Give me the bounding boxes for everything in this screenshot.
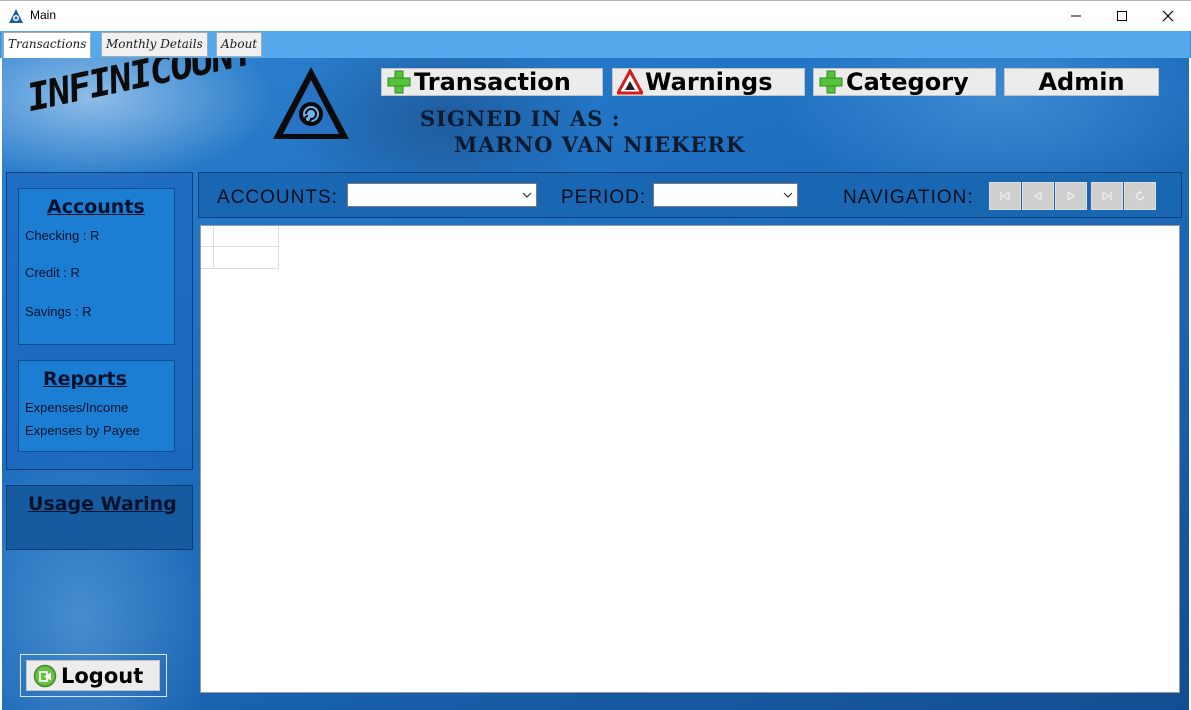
grid-header-cell: [214, 226, 279, 247]
first-record-button[interactable]: [989, 182, 1021, 210]
plus-icon: [819, 70, 843, 94]
close-icon: [1162, 10, 1174, 22]
reports-heading[interactable]: Reports: [43, 368, 127, 390]
report-expenses-by-payee[interactable]: Expenses by Payee: [25, 423, 140, 438]
logout-label: Logout: [61, 663, 144, 688]
chevron-down-icon: [522, 192, 532, 198]
accounts-box: Accounts Checking : R Credit : R Savings…: [18, 188, 175, 345]
signed-in-user-name: MARNO VAN NIEKERK: [454, 132, 746, 157]
previous-record-icon: [1033, 190, 1042, 202]
transactions-grid[interactable]: [200, 225, 1180, 693]
triangle-logo-icon: [273, 67, 349, 139]
account-credit: Credit : R: [25, 265, 80, 280]
close-button[interactable]: [1145, 1, 1191, 31]
tab-monthly-details[interactable]: Monthly Details: [101, 32, 208, 57]
admin-label: Admin: [1038, 68, 1125, 96]
tab-about[interactable]: About: [216, 32, 263, 57]
account-savings: Savings : R: [25, 304, 92, 319]
add-transaction-label: Transaction: [414, 68, 571, 96]
minimize-button[interactable]: [1053, 1, 1099, 31]
refresh-icon: [1135, 190, 1145, 201]
refresh-button[interactable]: [1124, 182, 1156, 210]
plus-icon: [387, 70, 411, 94]
warning-triangle-icon: [617, 69, 643, 95]
warnings-button[interactable]: Warnings: [612, 68, 805, 96]
next-record-button[interactable]: [1055, 182, 1087, 210]
add-transaction-button[interactable]: Transaction: [381, 68, 603, 96]
reports-box: Reports Expenses/Income Expenses by Paye…: [18, 360, 175, 452]
add-category-button[interactable]: Category: [813, 68, 996, 96]
app-logo-text: INFINICOUNT: [22, 58, 257, 120]
period-select[interactable]: [653, 183, 798, 207]
add-category-label: Category: [846, 68, 969, 96]
maximize-icon: [1117, 11, 1127, 21]
period-filter-label: PERIOD:: [561, 187, 647, 208]
minimize-icon: [1071, 15, 1081, 17]
grid-cell[interactable]: [214, 247, 279, 269]
signed-in-label: SIGNED IN AS :: [420, 106, 621, 131]
last-record-icon: [1102, 190, 1112, 202]
logout-button[interactable]: Logout: [26, 660, 160, 691]
next-record-icon: [1067, 190, 1076, 202]
chevron-down-icon: [783, 192, 793, 198]
accounts-heading[interactable]: Accounts: [47, 196, 145, 218]
report-expenses-income[interactable]: Expenses/Income: [25, 400, 128, 415]
usage-warning-box: Usage Waring: [6, 485, 193, 550]
navigation-label: NAVIGATION:: [843, 187, 974, 208]
admin-button[interactable]: Admin: [1004, 68, 1159, 96]
triangle-logo-icon: [9, 9, 23, 23]
main-panel: INFINICOUNT Transaction Warnings Categor…: [2, 58, 1189, 710]
grid-corner-cell: [201, 226, 214, 247]
warnings-label: Warnings: [645, 68, 773, 96]
last-record-button[interactable]: [1091, 182, 1123, 210]
tab-transactions[interactable]: Transactions: [3, 32, 92, 58]
title-bar: Main: [0, 0, 1191, 31]
account-checking: Checking : R: [25, 228, 100, 243]
previous-record-button[interactable]: [1022, 182, 1054, 210]
logout-icon: [33, 664, 57, 687]
usage-warning-heading[interactable]: Usage Waring: [28, 493, 177, 515]
grid-row-header[interactable]: [201, 247, 214, 269]
first-record-icon: [1000, 190, 1010, 202]
filter-bar: ACCOUNTS: PERIOD: NAVIGATION:: [198, 172, 1182, 218]
accounts-filter-label: ACCOUNTS:: [217, 187, 338, 208]
window-title: Main: [30, 8, 57, 22]
accounts-select[interactable]: [347, 183, 537, 207]
maximize-button[interactable]: [1099, 1, 1145, 31]
tab-strip: Transactions Monthly Details About: [0, 31, 1191, 58]
